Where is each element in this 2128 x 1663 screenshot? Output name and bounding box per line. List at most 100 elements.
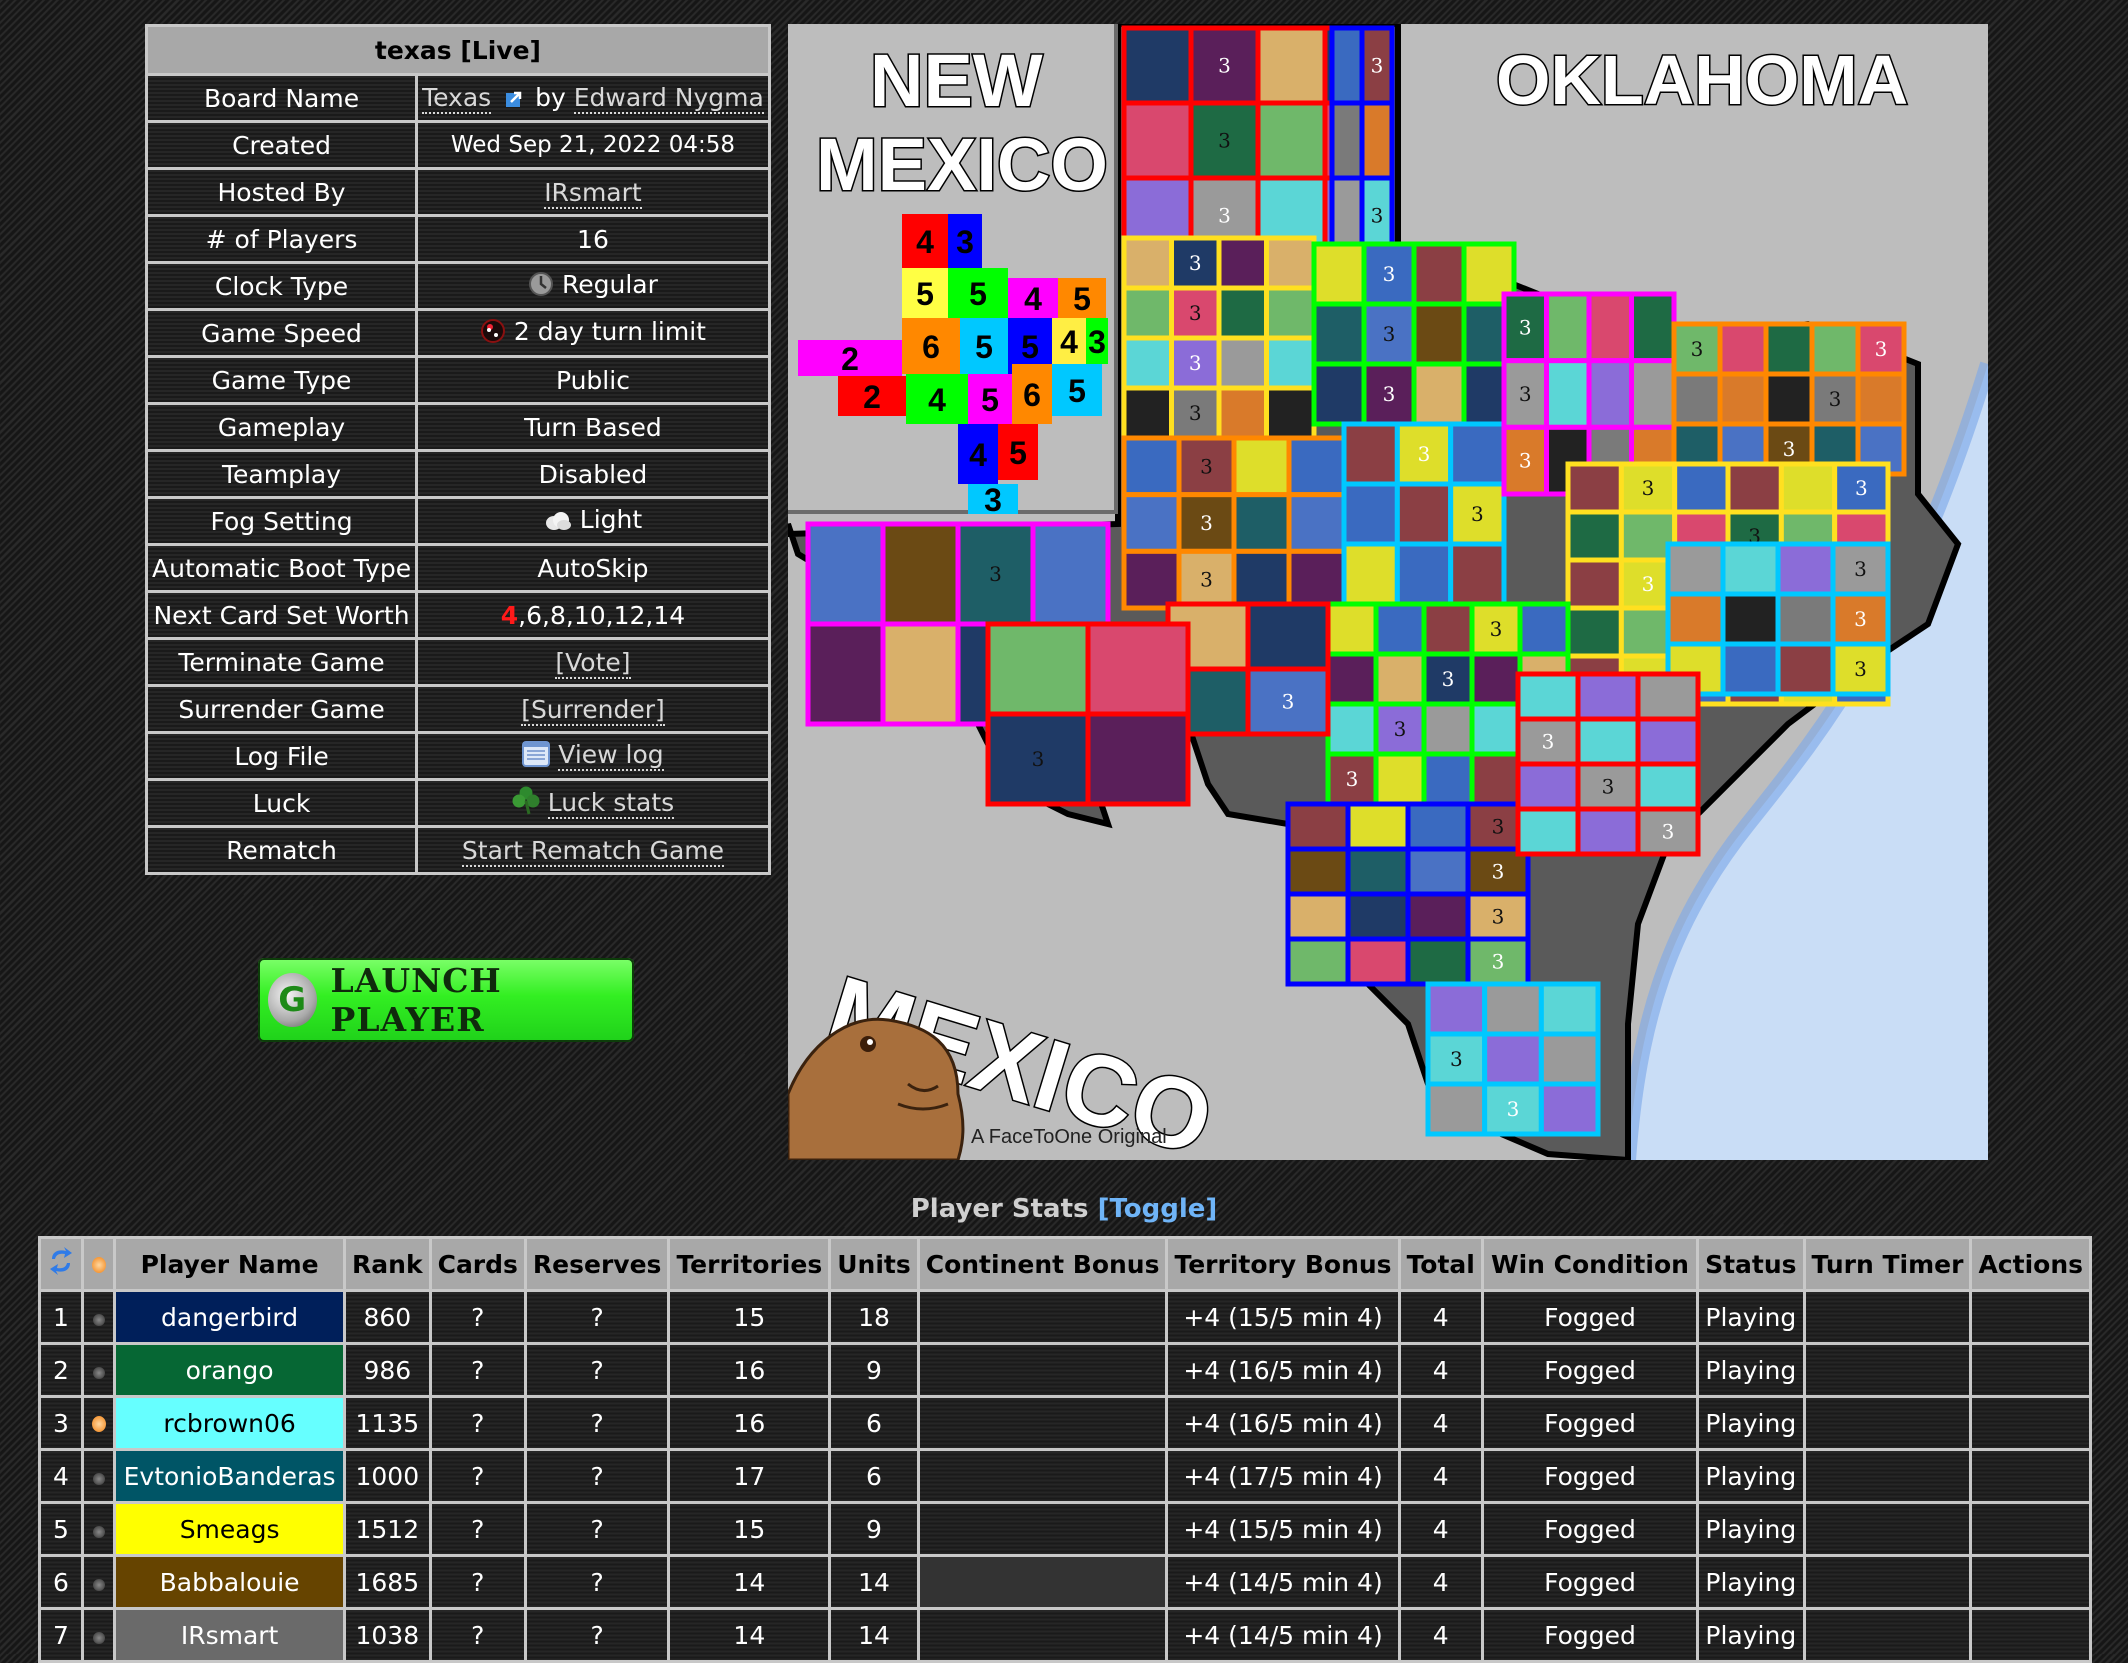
territory[interactable] xyxy=(1245,601,1331,672)
territory[interactable] xyxy=(1671,371,1723,427)
territory[interactable] xyxy=(1482,1031,1544,1087)
territory[interactable] xyxy=(1030,521,1111,627)
territory[interactable] xyxy=(1629,358,1677,430)
col-player-name[interactable]: Player Name xyxy=(113,1236,347,1292)
territory[interactable] xyxy=(1341,421,1400,487)
territory[interactable] xyxy=(1285,846,1351,897)
territory[interactable] xyxy=(1264,335,1317,391)
territory[interactable] xyxy=(1538,1081,1601,1137)
refresh-icon[interactable] xyxy=(48,1247,74,1283)
col-win-condition[interactable]: Win Condition xyxy=(1480,1236,1700,1292)
territory[interactable] xyxy=(985,621,1091,717)
territory[interactable] xyxy=(1264,285,1317,341)
territory[interactable] xyxy=(1629,291,1677,364)
external-link-icon[interactable] xyxy=(505,85,523,114)
territory[interactable] xyxy=(1405,891,1471,942)
territory[interactable] xyxy=(1544,291,1592,364)
territory[interactable] xyxy=(1565,461,1624,515)
author-link[interactable]: Edward Nygma xyxy=(573,82,764,114)
territory[interactable] xyxy=(1586,291,1634,364)
territory[interactable] xyxy=(1405,936,1471,987)
territory[interactable] xyxy=(1665,541,1726,597)
territory[interactable] xyxy=(1448,421,1507,487)
territory[interactable] xyxy=(1635,761,1701,812)
territory[interactable] xyxy=(1394,481,1454,547)
player-name-cell[interactable]: orango xyxy=(113,1342,347,1398)
territory[interactable] xyxy=(1216,285,1269,341)
game-map[interactable]: 3333333333333333333333333333333333333333… xyxy=(788,24,1988,1160)
territory[interactable] xyxy=(805,621,886,727)
territory[interactable] xyxy=(1286,435,1347,498)
territory[interactable] xyxy=(1538,981,1601,1037)
view-log-link[interactable]: View log xyxy=(558,739,664,771)
territory[interactable] xyxy=(1469,751,1523,807)
territory[interactable] xyxy=(1411,241,1467,307)
player-name[interactable]: EvtonioBanderas xyxy=(124,1462,336,1491)
player-name-cell[interactable]: Smeags xyxy=(113,1501,347,1557)
player-name-cell[interactable]: Babbalouie xyxy=(113,1554,347,1610)
territory[interactable] xyxy=(1421,601,1475,657)
territory[interactable] xyxy=(1720,591,1781,647)
territory[interactable] xyxy=(1482,981,1544,1037)
territory[interactable] xyxy=(1345,846,1411,897)
territory[interactable] xyxy=(1565,605,1624,659)
territory[interactable] xyxy=(1311,361,1367,427)
territory[interactable] xyxy=(1515,671,1581,722)
territory[interactable] xyxy=(1121,492,1182,554)
territory[interactable] xyxy=(1325,601,1379,657)
territory[interactable] xyxy=(1325,651,1379,707)
territory[interactable] xyxy=(1575,806,1641,857)
territory[interactable] xyxy=(1763,371,1815,427)
territory[interactable] xyxy=(1255,25,1328,106)
territory[interactable] xyxy=(1345,801,1411,852)
territory[interactable] xyxy=(1421,701,1475,757)
territory[interactable] xyxy=(1809,321,1861,377)
territory[interactable] xyxy=(1285,801,1351,852)
col-total[interactable]: Total xyxy=(1397,1236,1484,1292)
col-turn-timer[interactable]: Turn Timer xyxy=(1802,1236,1973,1292)
territory[interactable] xyxy=(1565,557,1624,611)
territory[interactable] xyxy=(880,621,961,727)
col-actions[interactable]: Actions xyxy=(1969,1236,2092,1292)
territory[interactable] xyxy=(1311,241,1367,307)
territory[interactable] xyxy=(1635,671,1701,722)
territory[interactable] xyxy=(1216,335,1269,391)
territory[interactable] xyxy=(1469,701,1523,757)
territory[interactable] xyxy=(1285,936,1351,987)
territory[interactable] xyxy=(1341,541,1400,607)
player-name[interactable]: rcbrown06 xyxy=(163,1409,295,1438)
col-territories[interactable]: Territories xyxy=(667,1236,832,1292)
territory[interactable] xyxy=(1345,936,1411,987)
territory[interactable] xyxy=(1515,761,1581,812)
territory[interactable] xyxy=(1329,100,1365,181)
territory[interactable] xyxy=(1231,548,1292,611)
territory[interactable] xyxy=(1394,541,1454,607)
player-name[interactable]: Smeags xyxy=(180,1515,280,1544)
territory[interactable] xyxy=(1778,461,1838,515)
col-units[interactable]: Units xyxy=(828,1236,920,1292)
territory[interactable] xyxy=(1635,716,1701,767)
host-link[interactable]: IRsmart xyxy=(544,177,642,209)
col-continent-bonus[interactable]: Continent Bonus xyxy=(916,1236,1169,1292)
territory[interactable] xyxy=(1565,509,1624,563)
territory[interactable] xyxy=(1575,671,1641,722)
territory[interactable] xyxy=(1285,891,1351,942)
territory[interactable] xyxy=(1231,435,1292,498)
refresh-column-header[interactable] xyxy=(37,1236,85,1292)
territory[interactable] xyxy=(1286,548,1347,611)
player-name[interactable]: Babbalouie xyxy=(160,1568,300,1597)
col-cards[interactable]: Cards xyxy=(428,1236,527,1292)
territory[interactable] xyxy=(1085,621,1191,717)
territory[interactable] xyxy=(1373,651,1427,707)
territory[interactable] xyxy=(1121,235,1174,291)
player-name-cell[interactable]: EvtonioBanderas xyxy=(113,1448,347,1504)
territory[interactable] xyxy=(1325,701,1379,757)
territory[interactable] xyxy=(1121,385,1174,441)
territory[interactable] xyxy=(1544,358,1592,430)
launch-player-button[interactable]: G LAUNCH PLAYER xyxy=(258,958,634,1042)
territory[interactable] xyxy=(1575,716,1641,767)
territory[interactable] xyxy=(1264,385,1317,441)
col-reserves[interactable]: Reserves xyxy=(523,1236,671,1292)
territory[interactable] xyxy=(1329,25,1365,106)
territory[interactable] xyxy=(1515,806,1581,857)
